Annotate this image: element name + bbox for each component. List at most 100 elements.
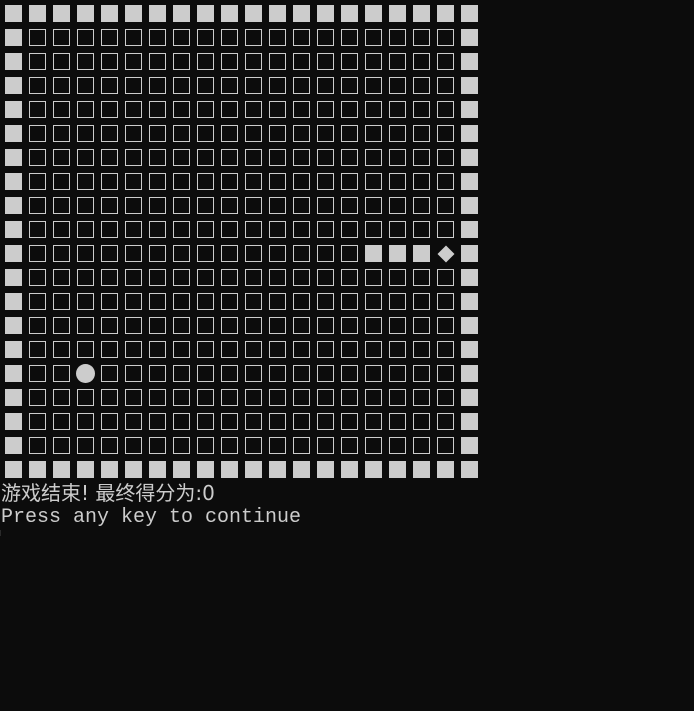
empty-square-icon [245, 269, 262, 286]
wall-cell [220, 4, 244, 28]
empty-square-icon [245, 293, 262, 310]
wall-cell [4, 364, 28, 388]
wall-cell [460, 172, 484, 196]
empty-square-icon [101, 269, 118, 286]
wall-block-icon [5, 389, 22, 406]
empty-square-icon [173, 341, 190, 358]
empty-cell [316, 52, 340, 76]
empty-square-icon [173, 125, 190, 142]
empty-square-icon [77, 125, 94, 142]
empty-cell [172, 220, 196, 244]
wall-block-icon [29, 5, 46, 22]
empty-square-icon [437, 173, 454, 190]
empty-square-icon [29, 77, 46, 94]
empty-square-icon [197, 197, 214, 214]
empty-cell [172, 388, 196, 412]
empty-square-icon [437, 221, 454, 238]
empty-square-icon [149, 29, 166, 46]
empty-cell [220, 412, 244, 436]
empty-square-icon [53, 53, 70, 70]
empty-cell [340, 100, 364, 124]
snake-body-cell [412, 244, 436, 268]
snake-head-icon [437, 245, 455, 263]
snake-body-icon [365, 245, 382, 262]
empty-cell [268, 364, 292, 388]
empty-square-icon [269, 173, 286, 190]
wall-block-icon [461, 413, 478, 430]
empty-square-icon [29, 53, 46, 70]
empty-cell [100, 340, 124, 364]
empty-cell [124, 124, 148, 148]
empty-cell [244, 172, 268, 196]
empty-cell [244, 76, 268, 100]
empty-square-icon [101, 389, 118, 406]
empty-square-icon [125, 53, 142, 70]
empty-cell [292, 412, 316, 436]
empty-cell [172, 52, 196, 76]
empty-cell [196, 52, 220, 76]
empty-square-icon [245, 29, 262, 46]
wall-block-icon [365, 5, 382, 22]
wall-cell [460, 292, 484, 316]
empty-cell [52, 220, 76, 244]
empty-square-icon [269, 341, 286, 358]
empty-cell [292, 76, 316, 100]
empty-square-icon [221, 53, 238, 70]
empty-cell [148, 52, 172, 76]
empty-square-icon [389, 173, 406, 190]
empty-cell [268, 316, 292, 340]
empty-cell [28, 268, 52, 292]
empty-cell [244, 124, 268, 148]
wall-cell [460, 124, 484, 148]
empty-cell [244, 292, 268, 316]
empty-cell [76, 316, 100, 340]
wall-block-icon [461, 125, 478, 142]
empty-square-icon [29, 125, 46, 142]
empty-cell [244, 388, 268, 412]
empty-cell [124, 388, 148, 412]
empty-square-icon [53, 149, 70, 166]
empty-square-icon [29, 365, 46, 382]
empty-cell [28, 220, 52, 244]
empty-square-icon [389, 293, 406, 310]
empty-cell [340, 412, 364, 436]
empty-square-icon [125, 245, 142, 262]
continue-prompt: Press any key to continue [1, 506, 302, 529]
wall-cell [460, 436, 484, 460]
empty-square-icon [269, 317, 286, 334]
wall-block-icon [461, 77, 478, 94]
empty-square-icon [317, 317, 334, 334]
empty-square-icon [149, 293, 166, 310]
empty-square-icon [341, 197, 358, 214]
empty-cell [148, 100, 172, 124]
wall-cell [388, 460, 412, 484]
empty-cell [292, 340, 316, 364]
empty-cell [340, 292, 364, 316]
empty-square-icon [341, 149, 358, 166]
empty-square-icon [293, 437, 310, 454]
empty-square-icon [293, 389, 310, 406]
empty-square-icon [101, 365, 118, 382]
empty-square-icon [269, 77, 286, 94]
empty-cell [364, 220, 388, 244]
empty-square-icon [365, 437, 382, 454]
empty-square-icon [125, 149, 142, 166]
empty-cell [388, 220, 412, 244]
empty-cell [388, 316, 412, 340]
empty-square-icon [293, 173, 310, 190]
wall-cell [4, 52, 28, 76]
empty-square-icon [101, 77, 118, 94]
empty-square-icon [173, 173, 190, 190]
wall-block-icon [341, 5, 358, 22]
empty-cell [76, 388, 100, 412]
empty-cell [148, 76, 172, 100]
empty-square-icon [173, 413, 190, 430]
empty-square-icon [101, 413, 118, 430]
empty-cell [316, 244, 340, 268]
empty-cell [52, 364, 76, 388]
empty-cell [76, 148, 100, 172]
snake-body-icon [389, 245, 406, 262]
empty-cell [76, 220, 100, 244]
empty-square-icon [29, 197, 46, 214]
empty-square-icon [245, 245, 262, 262]
